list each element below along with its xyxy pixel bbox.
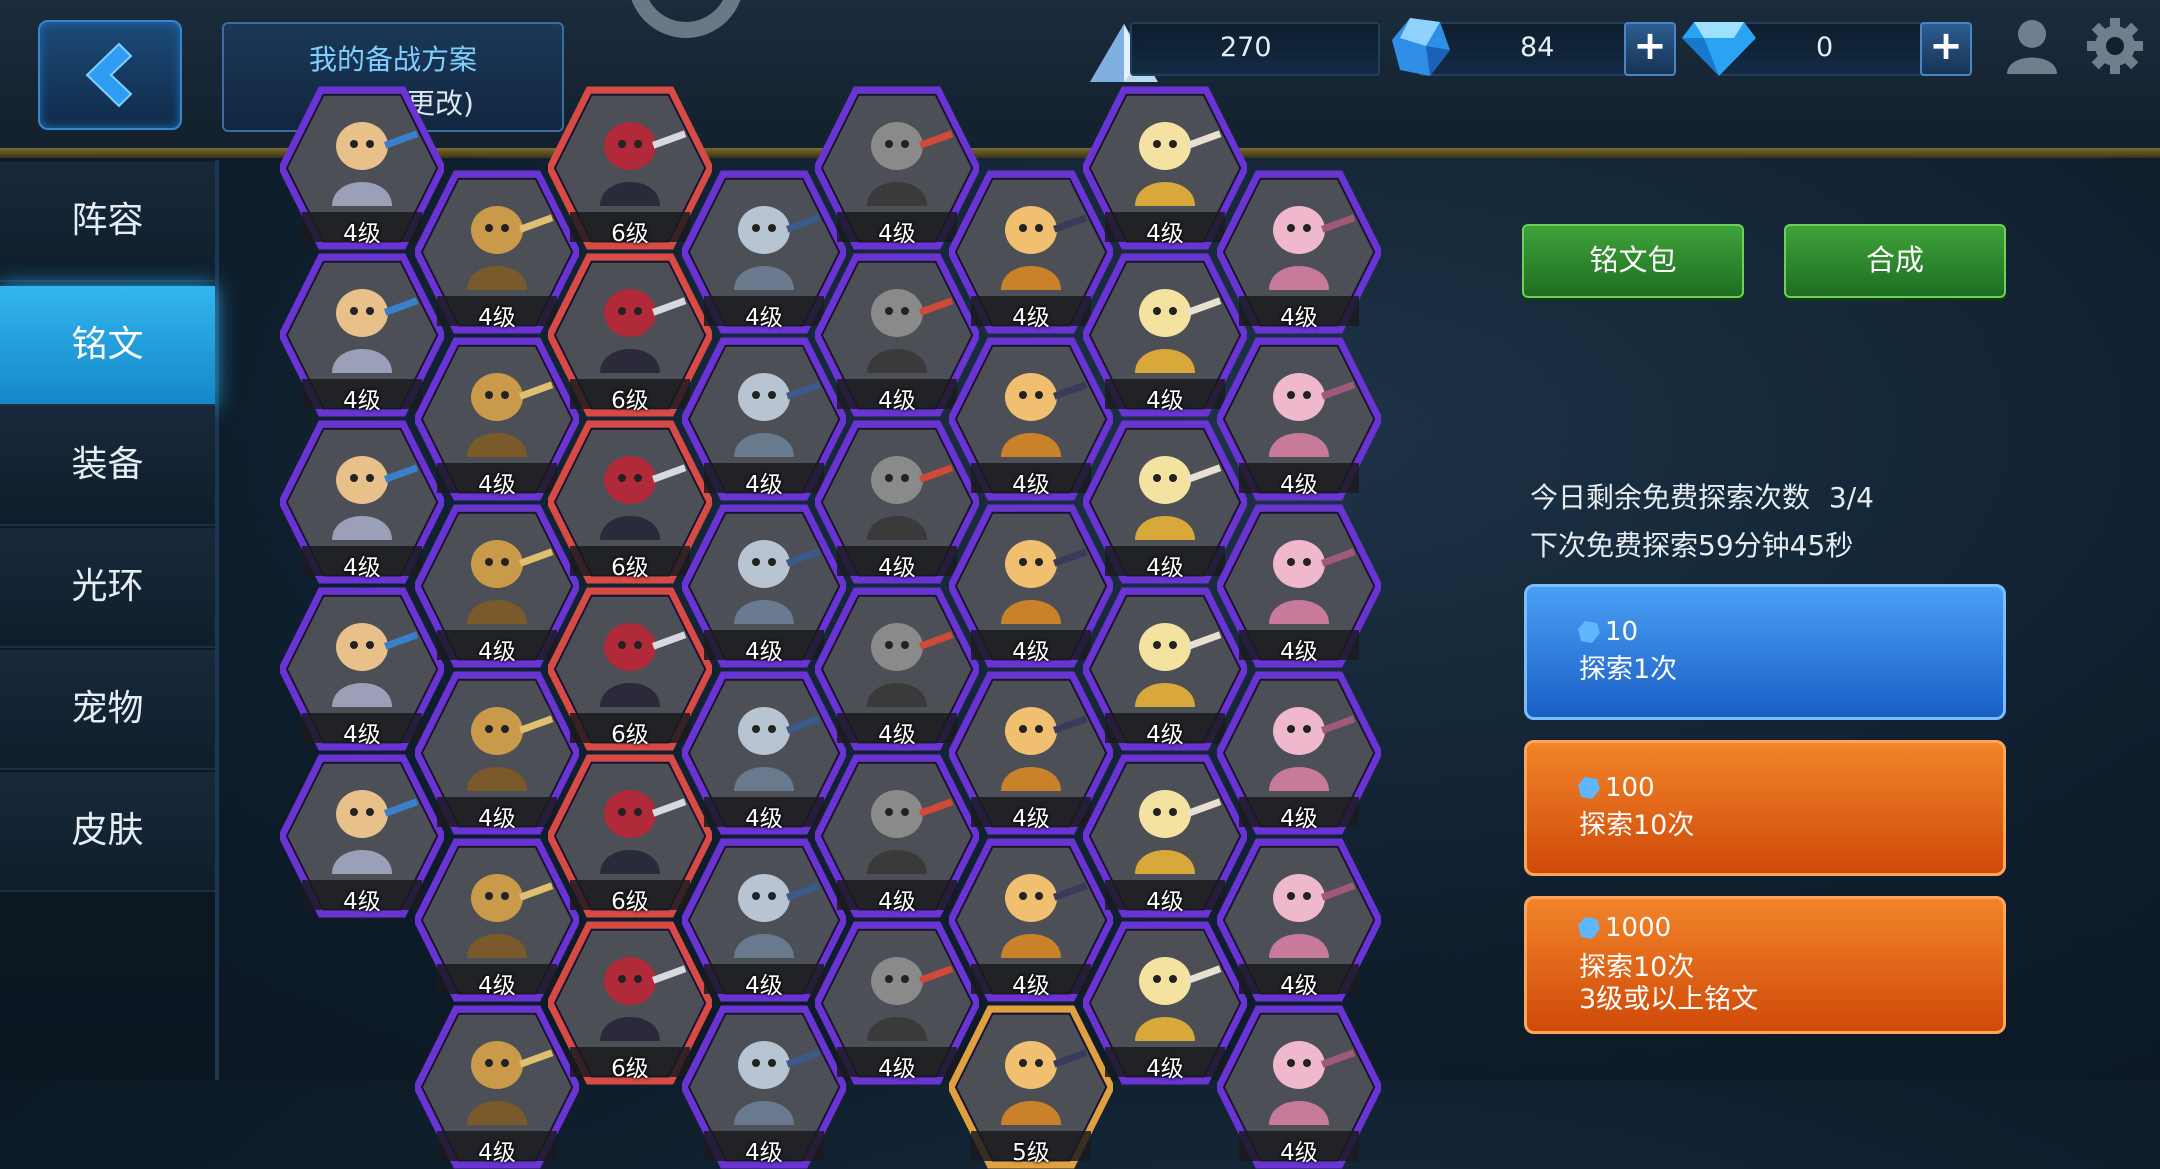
explore-ten-button[interactable]: 100 探索10次 — [1524, 740, 2006, 876]
inscription-level-label: 4级 — [1280, 806, 1318, 832]
diamond-icon — [1682, 22, 1756, 76]
free-explore-info: 今日剩余免费探索次数 3/4 — [1530, 476, 1874, 516]
sidebar-item-skin[interactable]: 皮肤 — [0, 772, 215, 892]
profile-icon[interactable] — [2005, 18, 2059, 74]
explore-ten-premium-button[interactable]: 1000 探索10次 3级或以上铭文 — [1524, 896, 2006, 1034]
chevron-left-icon — [85, 42, 133, 108]
free-explore-label: 今日剩余免费探索次数 — [1530, 481, 1811, 514]
next-free-explore-timer: 下次免费探索59分钟45秒 — [1530, 529, 1854, 562]
inscription-level-label: 4级 — [1280, 305, 1318, 331]
blue-gem-icon — [1392, 18, 1450, 76]
gem-icon — [1578, 621, 1600, 643]
inscription-level-label: 4级 — [478, 1140, 516, 1166]
back-button[interactable] — [38, 20, 182, 130]
sidebar-item-inscription[interactable]: 铭文 — [0, 286, 215, 406]
inscription-slot[interactable]: 4级 — [1217, 170, 1381, 334]
inscription-pack-button[interactable]: 铭文包 — [1522, 224, 1744, 298]
explore-once-button[interactable]: 10 探索1次 — [1524, 584, 2006, 720]
gem-icon — [1578, 917, 1600, 939]
inscription-slot[interactable]: 4级 — [1217, 838, 1381, 1002]
sidebar-item-aura[interactable]: 光环 — [0, 528, 215, 648]
explore-once-label: 探索1次 — [1579, 654, 1678, 685]
free-explore-count: 3/4 — [1828, 481, 1874, 514]
gear-icon[interactable] — [2085, 16, 2145, 76]
sidebar-divider — [215, 160, 219, 1080]
sidebar-item-pet[interactable]: 宠物 — [0, 650, 215, 770]
explore-ten-premium-note: 3级或以上铭文 — [1579, 984, 1759, 1015]
inscription-level-label: 4级 — [1280, 472, 1318, 498]
combine-button[interactable]: 合成 — [1784, 224, 2006, 298]
sidebar-item-lineup[interactable]: 阵容 — [0, 162, 215, 282]
crystal-counter: 270 — [1130, 22, 1380, 76]
inscription-slot[interactable]: 4级 — [1217, 337, 1381, 501]
inscription-level-label: 4级 — [1280, 973, 1318, 999]
inscription-slot[interactable]: 4级 — [1217, 671, 1381, 835]
explore-ten-premium-cost: 1000 — [1605, 913, 1672, 943]
inscription-slot[interactable]: 4级 — [1217, 504, 1381, 668]
add-gem-button[interactable]: + — [1624, 22, 1676, 76]
inscription-slot[interactable]: 4级 — [1217, 1005, 1381, 1169]
gem-value: 84 — [1520, 32, 1555, 63]
plan-title: 我的备战方案 — [308, 43, 477, 76]
inscription-level-label: 4级 — [1280, 639, 1318, 665]
inscription-level-label: 4级 — [745, 1140, 783, 1166]
gem-icon — [1578, 777, 1600, 799]
inscription-level-label: 4级 — [1280, 1140, 1318, 1166]
sidebar-item-equipment[interactable]: 装备 — [0, 406, 215, 526]
add-diamond-button[interactable]: + — [1920, 22, 1972, 76]
explore-ten-cost: 100 — [1605, 773, 1655, 803]
crystal-value: 270 — [1220, 32, 1272, 63]
loading-ring-icon — [631, 0, 741, 38]
explore-ten-label: 探索10次 — [1579, 810, 1695, 841]
diamond-value: 0 — [1816, 32, 1834, 63]
inscription-level-label: 5级 — [1012, 1140, 1050, 1166]
explore-once-cost: 10 — [1605, 617, 1639, 647]
